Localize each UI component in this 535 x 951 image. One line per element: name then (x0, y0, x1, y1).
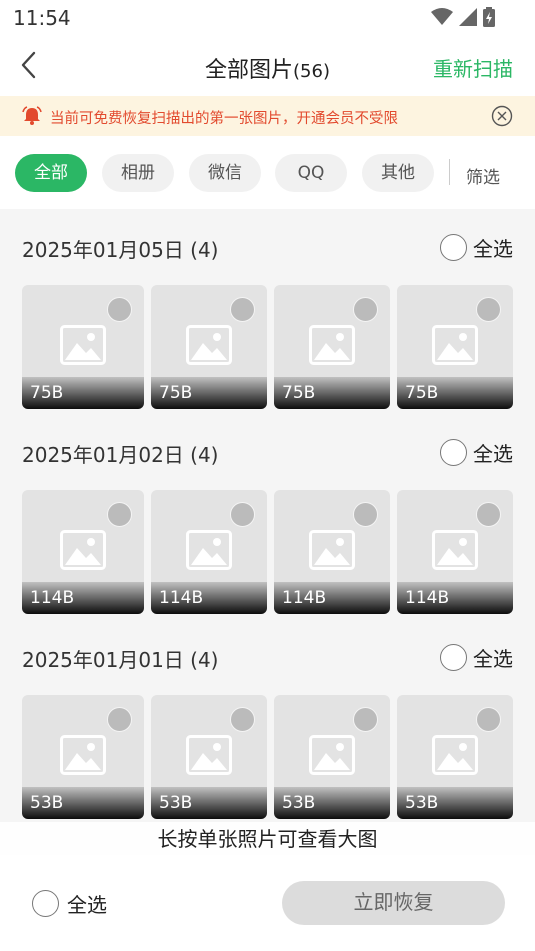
select-all-label: 全选 (67, 893, 107, 917)
date-group: 2025年01月02日 (4) 全选 114B 114B 114B 114B (0, 414, 535, 619)
photo-size: 114B (405, 588, 450, 608)
select-all-label: 全选 (473, 237, 513, 261)
bottom-select-all[interactable]: 全选 (32, 889, 107, 918)
photo-thumbnail[interactable]: 75B (397, 285, 513, 409)
photo-select-circle-icon[interactable] (476, 502, 501, 527)
photo-select-circle-icon[interactable] (107, 502, 132, 527)
image-placeholder-icon (432, 735, 478, 775)
photo-thumbnail[interactable]: 114B (274, 490, 390, 614)
recover-now-button[interactable]: 立即恢复 (282, 881, 505, 925)
photo-size: 75B (159, 383, 193, 403)
select-all-label: 全选 (473, 647, 513, 671)
image-placeholder-icon (186, 735, 232, 775)
photo-size: 53B (282, 793, 316, 813)
filter-tab-album[interactable]: 相册 (102, 154, 174, 192)
group-date: 2025年01月02日 (4) (22, 443, 219, 467)
photo-select-circle-icon[interactable] (230, 502, 255, 527)
status-bar: 11:54 (0, 0, 535, 36)
notice-banner: 当前可免费恢复扫描出的第一张图片，开通会员不受限 (0, 96, 535, 136)
photo-size: 75B (30, 383, 64, 403)
photo-select-circle-icon[interactable] (353, 707, 378, 732)
photo-size: 75B (282, 383, 316, 403)
group-date: 2025年01月05日 (4) (22, 238, 219, 262)
page-title-text: 全部图片 (205, 58, 294, 83)
image-placeholder-icon (432, 325, 478, 365)
photo-size: 114B (30, 588, 75, 608)
filter-tab-wechat[interactable]: 微信 (189, 154, 261, 192)
photo-size: 114B (282, 588, 327, 608)
photo-size: 53B (159, 793, 193, 813)
photo-select-circle-icon[interactable] (476, 707, 501, 732)
filter-divider (449, 159, 450, 185)
date-group: 2025年01月01日 (4) 全选 53B 53B 53B 53B (0, 619, 535, 855)
battery-icon (483, 7, 495, 27)
select-circle-icon[interactable] (440, 439, 467, 466)
image-placeholder-icon (60, 735, 106, 775)
image-placeholder-icon (432, 530, 478, 570)
image-placeholder-icon (60, 325, 106, 365)
photo-thumbnail[interactable]: 114B (151, 490, 267, 614)
photo-select-circle-icon[interactable] (230, 707, 255, 732)
photo-thumbnail[interactable]: 114B (397, 490, 513, 614)
filter-tab-all[interactable]: 全部 (15, 154, 87, 192)
rescan-button[interactable]: 重新扫描 (433, 53, 513, 82)
photo-select-circle-icon[interactable] (353, 297, 378, 322)
photo-thumbnail[interactable]: 75B (151, 285, 267, 409)
photo-thumbnail[interactable]: 75B (274, 285, 390, 409)
group-date: 2025年01月01日 (4) (22, 648, 219, 672)
photo-thumbnail[interactable]: 53B (151, 695, 267, 819)
nav-bar: 全部图片(56) 重新扫描 (0, 36, 535, 94)
select-circle-icon[interactable] (32, 890, 59, 917)
wifi-icon (431, 8, 453, 25)
select-all-label: 全选 (473, 442, 513, 466)
photo-select-circle-icon[interactable] (107, 707, 132, 732)
photo-select-circle-icon[interactable] (353, 502, 378, 527)
image-placeholder-icon (186, 325, 232, 365)
long-press-hint: 长按单张照片可查看大图 (0, 822, 535, 856)
signal-icon (459, 8, 477, 26)
filter-button[interactable]: 筛选 (466, 163, 500, 188)
photo-thumbnail[interactable]: 75B (22, 285, 144, 409)
group-select-all[interactable]: 全选 (440, 233, 513, 262)
image-placeholder-icon (309, 325, 355, 365)
image-placeholder-icon (186, 530, 232, 570)
notice-text: 当前可免费恢复扫描出的第一张图片，开通会员不受限 (50, 111, 398, 127)
image-placeholder-icon (60, 530, 106, 570)
photo-select-circle-icon[interactable] (230, 297, 255, 322)
filter-bar: 全部 相册 微信 QQ 其他 筛选 (0, 137, 535, 209)
date-group: 2025年01月05日 (4) 全选 75B 75B 75B 75B (0, 209, 535, 414)
photo-select-circle-icon[interactable] (476, 297, 501, 322)
status-time: 11:54 (13, 6, 71, 30)
image-placeholder-icon (309, 735, 355, 775)
photo-thumbnail[interactable]: 53B (22, 695, 144, 819)
select-circle-icon[interactable] (440, 644, 467, 671)
alarm-bell-icon (22, 106, 42, 125)
photo-size: 53B (405, 793, 439, 813)
photo-size: 53B (30, 793, 64, 813)
status-icons (431, 7, 495, 27)
photo-thumbnail[interactable]: 53B (397, 695, 513, 819)
photo-size: 114B (159, 588, 204, 608)
photo-size: 75B (405, 383, 439, 403)
bottom-bar: 全选 立即恢复 (0, 855, 535, 951)
group-select-all[interactable]: 全选 (440, 438, 513, 467)
photo-thumbnail[interactable]: 53B (274, 695, 390, 819)
close-circle-icon[interactable] (491, 105, 513, 127)
page-title-count: (56) (293, 61, 330, 82)
filter-tab-qq[interactable]: QQ (275, 154, 347, 192)
photo-thumbnail[interactable]: 114B (22, 490, 144, 614)
filter-tab-other[interactable]: 其他 (362, 154, 434, 192)
photo-list[interactable]: 2025年01月05日 (4) 全选 75B 75B 75B 75B 2025年… (0, 209, 535, 855)
select-circle-icon[interactable] (440, 234, 467, 261)
image-placeholder-icon (309, 530, 355, 570)
group-select-all[interactable]: 全选 (440, 643, 513, 672)
photo-select-circle-icon[interactable] (107, 297, 132, 322)
